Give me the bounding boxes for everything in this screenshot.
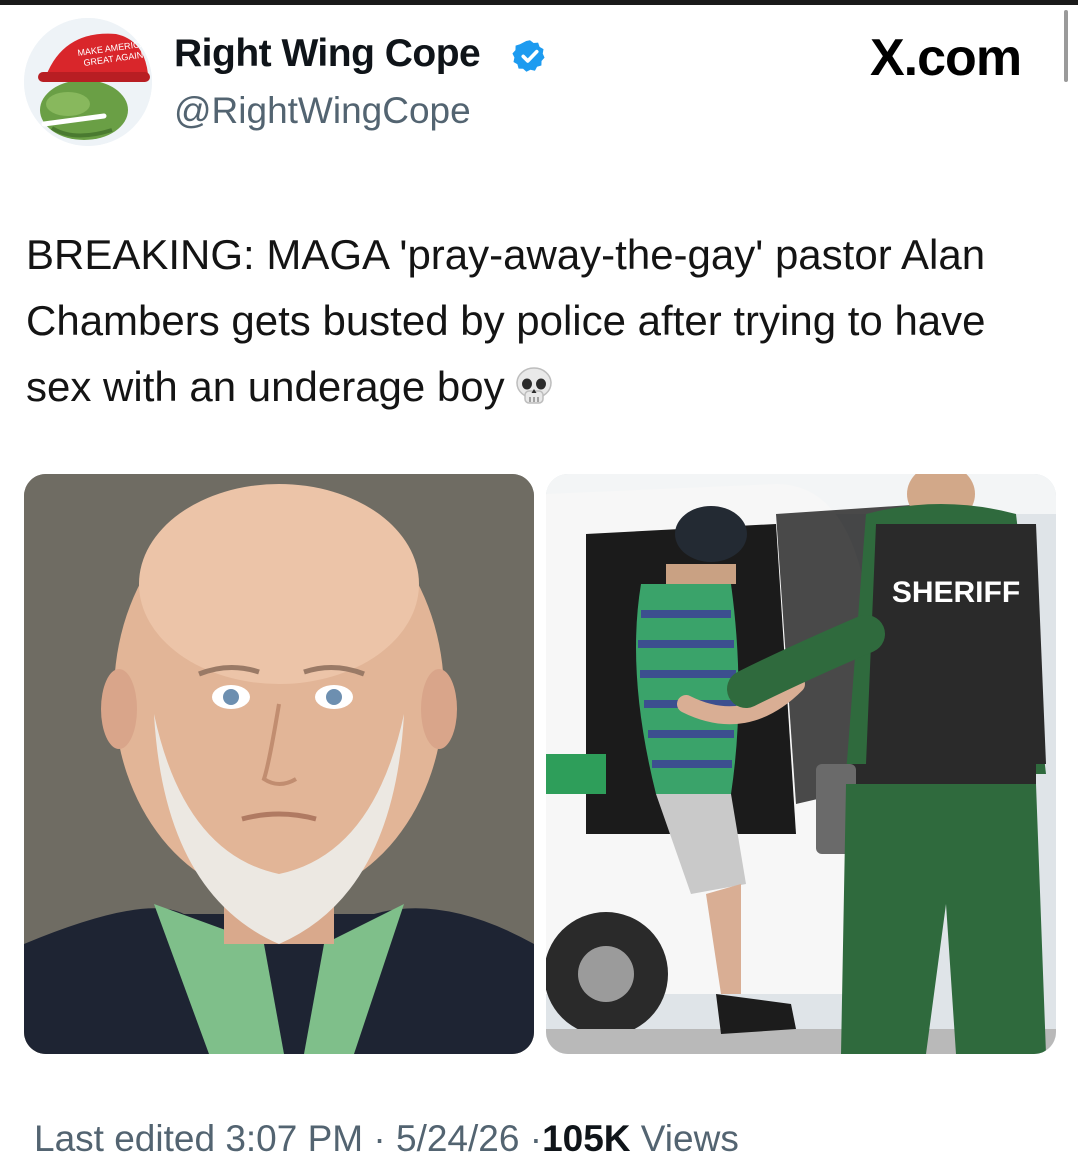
frog-avatar-icon: MAKE AMERICA GREAT AGAIN bbox=[24, 18, 152, 146]
mugshot-illustration bbox=[24, 474, 534, 1054]
arrest-illustration: SHERIFF bbox=[546, 474, 1056, 1054]
meta-separator: · bbox=[529, 1118, 543, 1159]
post-text: BREAKING: MAGA 'pray-away-the-gay' pasto… bbox=[26, 231, 986, 410]
edited-label: Last edited bbox=[34, 1118, 216, 1159]
mugshot-photo[interactable] bbox=[24, 474, 534, 1054]
views-count: 105K bbox=[542, 1118, 631, 1159]
author-display-name[interactable]: Right Wing Cope bbox=[174, 32, 481, 76]
post-body: BREAKING: MAGA 'pray-away-the-gay' pasto… bbox=[26, 222, 1056, 420]
scrollbar[interactable] bbox=[1064, 10, 1068, 82]
skull-emoji-icon bbox=[511, 362, 557, 408]
post-time[interactable]: 3:07 PM bbox=[225, 1118, 363, 1159]
top-rule bbox=[0, 0, 1078, 5]
meta-separator: · bbox=[373, 1118, 386, 1159]
post-meta: Last edited 3:07 PM · 5/24/26 ·105K View… bbox=[34, 1118, 739, 1160]
arrest-photo[interactable]: SHERIFF bbox=[546, 474, 1056, 1054]
sheriff-vest-label: SHERIFF bbox=[892, 576, 1020, 609]
verified-badge-icon bbox=[512, 40, 545, 72]
author-handle[interactable]: @RightWingCope bbox=[174, 90, 471, 132]
views-label: Views bbox=[640, 1118, 739, 1159]
post-date[interactable]: 5/24/26 bbox=[396, 1118, 519, 1159]
author-avatar[interactable]: MAKE AMERICA GREAT AGAIN bbox=[24, 18, 152, 146]
brand-logo-text: X.com bbox=[870, 29, 1022, 87]
